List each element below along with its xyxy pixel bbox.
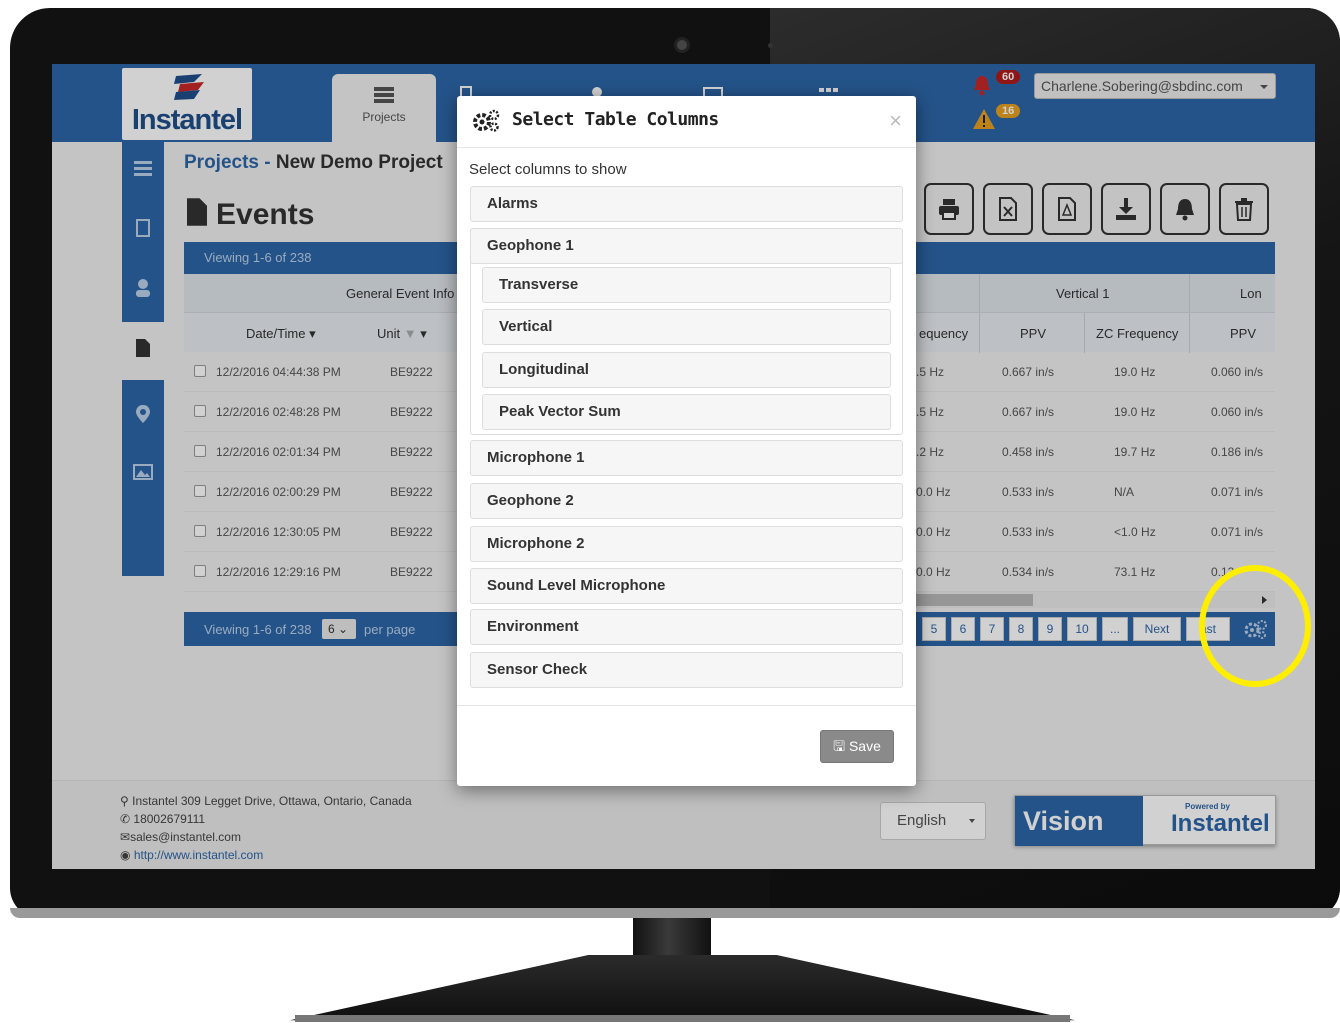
close-icon[interactable]: × xyxy=(889,108,902,134)
save-button[interactable]: 🖫 Save xyxy=(820,730,894,763)
column-option-environment[interactable]: Environment xyxy=(470,609,903,645)
highlight-circle xyxy=(1199,565,1311,687)
column-option-microphone-1[interactable]: Microphone 1 xyxy=(470,440,903,476)
column-option-vertical[interactable]: Vertical xyxy=(482,309,891,345)
floppy-disk-icon: 🖫 xyxy=(833,738,846,754)
column-option-sensor-check[interactable]: Sensor Check xyxy=(470,652,903,688)
column-option-microphone-2[interactable]: Microphone 2 xyxy=(470,526,903,562)
save-button-label: Save xyxy=(848,738,881,754)
monitor-stand-base xyxy=(295,1015,1070,1022)
modal-title: Select Table Columns xyxy=(512,109,719,130)
column-option-geophone-2[interactable]: Geophone 2 xyxy=(470,483,903,519)
column-option-geophone-1[interactable]: Geophone 1 xyxy=(470,228,903,264)
column-option-transverse[interactable]: Transverse xyxy=(482,267,891,303)
select-table-columns-dialog: Select Table Columns × Select columns to… xyxy=(457,96,916,786)
column-option-alarms[interactable]: Alarms xyxy=(470,186,903,222)
column-option-longitudinal[interactable]: Longitudinal xyxy=(482,352,891,388)
bezel-bottom-edge xyxy=(10,908,1340,918)
gears-icon xyxy=(473,109,500,132)
webcam-icon xyxy=(674,37,690,53)
screen: Instantel Projects 60 16 Charlene.Soberi… xyxy=(52,64,1315,869)
modal-footer: 🖫 Save xyxy=(457,705,916,786)
column-option-peak-vector-sum[interactable]: Peak Vector Sum xyxy=(482,394,891,430)
monitor-neck xyxy=(633,918,711,958)
modal-subtitle: Select columns to show xyxy=(469,161,627,178)
monitor-stand xyxy=(290,955,1075,1021)
webcam-light xyxy=(768,43,773,48)
modal-header: Select Table Columns × xyxy=(457,96,916,148)
column-option-sound-level-microphone[interactable]: Sound Level Microphone xyxy=(470,568,903,604)
